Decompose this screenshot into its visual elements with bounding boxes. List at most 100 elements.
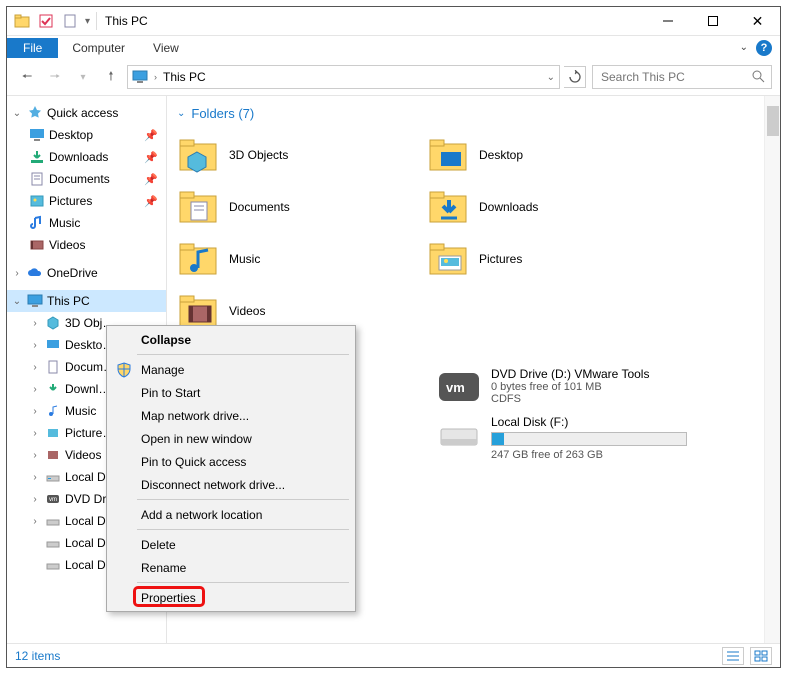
svg-text:vm: vm [49, 497, 57, 503]
ctx-pin-quick[interactable]: Pin to Quick access [109, 450, 353, 473]
folders-header[interactable]: ⌄ Folders (7) [177, 106, 776, 121]
help-button[interactable]: ? [756, 40, 772, 56]
pin-icon: 📌 [144, 173, 158, 186]
drive-icon [45, 513, 61, 529]
tiles-view-button[interactable] [750, 647, 772, 665]
sidebar-item-onedrive[interactable]: › OneDrive [7, 262, 166, 284]
folder-downloads[interactable]: Downloads [427, 181, 677, 233]
chevron-down-icon[interactable]: ⌄ [11, 296, 23, 307]
ctx-disconnect[interactable]: Disconnect network drive... [109, 473, 353, 496]
chevron-right-icon[interactable]: › [11, 268, 23, 279]
ribbon: File Computer View ⌄ ? [7, 35, 780, 59]
sidebar-item-this-pc[interactable]: ⌄ This PC [7, 290, 166, 312]
sidebar-item-desktop[interactable]: Desktop📌 [7, 124, 166, 146]
sidebar-item-videos[interactable]: Videos [7, 234, 166, 256]
sidebar-item-documents[interactable]: Documents📌 [7, 168, 166, 190]
ctx-rename[interactable]: Rename [109, 556, 353, 579]
minimize-button[interactable] [645, 7, 690, 35]
maximize-button[interactable] [690, 7, 735, 35]
drive-dvd-d[interactable]: vm DVD Drive (D:) VMware Tools 0 bytes f… [437, 367, 687, 407]
shield-icon [115, 361, 133, 379]
ribbon-collapse-icon[interactable]: ⌄ [740, 42, 748, 53]
computer-tab[interactable]: Computer [58, 38, 139, 58]
ctx-pin-start[interactable]: Pin to Start [109, 381, 353, 404]
qat-dropdown-icon[interactable]: ▾ [85, 16, 90, 27]
folder-pictures[interactable]: Pictures [427, 233, 677, 285]
sidebar-item-music[interactable]: Music [7, 212, 166, 234]
recent-locations-button[interactable]: ▾ [71, 65, 95, 89]
drive-icon [45, 469, 61, 485]
breadcrumb[interactable]: This PC [163, 70, 206, 84]
search-icon [751, 69, 765, 86]
scrollbar[interactable] [764, 96, 780, 643]
drive-icon [45, 557, 61, 573]
address-bar[interactable]: › This PC ⌄ [127, 65, 560, 89]
chevron-down-icon[interactable]: ⌄ [11, 108, 23, 119]
ctx-map-drive[interactable]: Map network drive... [109, 404, 353, 427]
videos-icon [29, 237, 45, 253]
downloads-icon [29, 149, 45, 165]
hdd-icon [437, 415, 481, 455]
downloads-icon [45, 381, 61, 397]
up-button[interactable]: 🠕 [99, 65, 123, 89]
usage-bar [491, 432, 687, 446]
folder-icon [177, 186, 219, 228]
pin-icon: 📌 [144, 195, 158, 208]
folder-documents[interactable]: Documents [177, 181, 427, 233]
folder-icon [177, 134, 219, 176]
back-button[interactable]: 🠔 [15, 65, 39, 89]
cloud-icon [27, 265, 43, 281]
folder-icon [427, 134, 469, 176]
search-box[interactable] [592, 65, 772, 89]
folder-icon [427, 186, 469, 228]
chevron-down-icon: ⌄ [177, 108, 185, 119]
close-button[interactable]: ✕ [735, 7, 780, 35]
sidebar-item-pictures[interactable]: Pictures📌 [7, 190, 166, 212]
folder-icon [427, 238, 469, 280]
view-tab[interactable]: View [139, 38, 193, 58]
ctx-delete[interactable]: Delete [109, 533, 353, 556]
ctx-manage[interactable]: Manage [109, 358, 353, 381]
desktop-icon [29, 127, 45, 143]
item-count: 12 items [15, 649, 60, 663]
context-menu: Collapse Manage Pin to Start Map network… [106, 325, 356, 612]
pictures-icon [29, 193, 45, 209]
ctx-collapse[interactable]: Collapse [109, 328, 353, 351]
qat-properties-icon[interactable] [37, 12, 55, 30]
refresh-button[interactable] [564, 66, 586, 88]
qat-new-icon[interactable] [61, 12, 79, 30]
documents-icon [45, 359, 61, 375]
sidebar-item-downloads[interactable]: Downloads📌 [7, 146, 166, 168]
quick-access[interactable]: ⌄ Quick access [7, 102, 166, 124]
svg-text:vm: vm [446, 380, 465, 395]
folder-icon [177, 238, 219, 280]
star-icon [27, 105, 43, 121]
ctx-new-window[interactable]: Open in new window [109, 427, 353, 450]
pictures-icon [45, 425, 61, 441]
explorer-window: ▾ This PC ✕ File Computer View ⌄ ? 🠔 🠖 ▾… [6, 6, 781, 668]
music-icon [29, 215, 45, 231]
navbar: 🠔 🠖 ▾ 🠕 › This PC ⌄ [7, 59, 780, 95]
music-icon [45, 403, 61, 419]
titlebar: ▾ This PC ✕ [7, 7, 780, 35]
qat-folder-icon[interactable] [13, 12, 31, 30]
dvd-icon: vm [45, 491, 61, 507]
search-input[interactable] [599, 69, 739, 85]
status-bar: 12 items [7, 643, 780, 667]
documents-icon [29, 171, 45, 187]
this-pc-icon [132, 69, 148, 85]
file-tab[interactable]: File [7, 38, 58, 58]
desktop-icon [45, 337, 61, 353]
folder-3d-objects[interactable]: 3D Objects [177, 129, 427, 181]
ctx-add-location[interactable]: Add a network location [109, 503, 353, 526]
videos-icon [45, 447, 61, 463]
details-view-button[interactable] [722, 647, 744, 665]
forward-button[interactable]: 🠖 [43, 65, 67, 89]
drive-local-f[interactable]: Local Disk (F:) 247 GB free of 263 GB [437, 415, 687, 461]
folder-music[interactable]: Music [177, 233, 427, 285]
window-title: This PC [105, 14, 148, 28]
this-pc-icon [27, 293, 43, 309]
ctx-properties[interactable]: Properties [109, 586, 353, 609]
address-dropdown-icon[interactable]: ⌄ [547, 72, 555, 83]
folder-desktop[interactable]: Desktop [427, 129, 677, 181]
